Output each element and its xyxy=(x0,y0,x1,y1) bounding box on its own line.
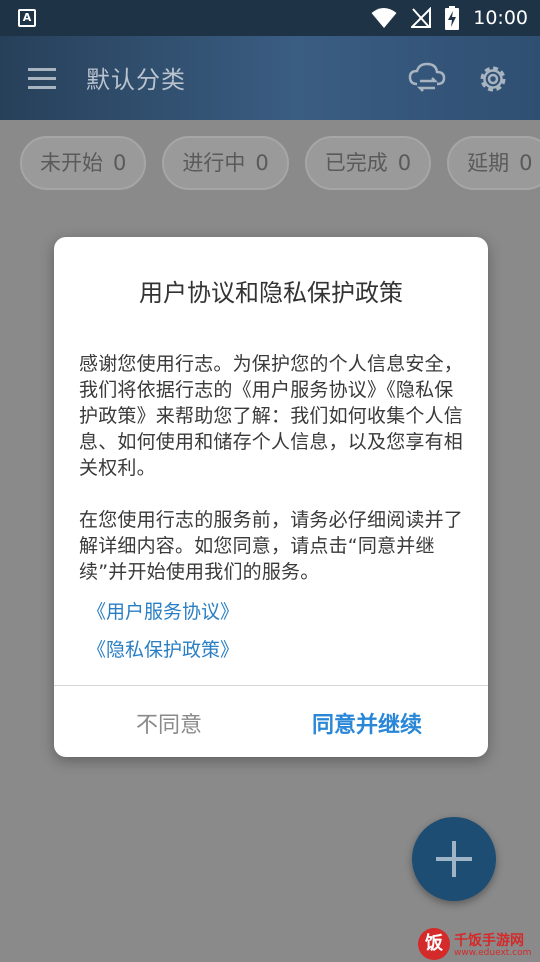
chip-not-started[interactable]: 未开始 0 xyxy=(20,136,147,190)
status-bar: A 10:00 xyxy=(0,0,540,36)
dialog-paragraph: 感谢您使用行志。为保护您的个人信息安全，我们将依据行志的《用户服务协议》《隐私保… xyxy=(79,353,464,479)
cloud-sync-icon[interactable] xyxy=(408,62,446,94)
status-time: 10:00 xyxy=(473,7,528,29)
watermark-url: www.eduext.com xyxy=(454,948,532,958)
watermark: 饭 千饭手游网 www.eduext.com xyxy=(418,926,540,962)
battery-charging-icon xyxy=(445,6,460,30)
chip-label: 已完成 xyxy=(324,151,388,175)
chip-delayed[interactable]: 延期 0 xyxy=(447,136,540,190)
gear-icon[interactable] xyxy=(476,62,510,96)
terms-of-service-link[interactable]: 《用户服务协议》 xyxy=(87,597,239,624)
no-signal-icon xyxy=(411,7,432,28)
watermark-logo: 饭 xyxy=(418,928,450,960)
chip-in-progress[interactable]: 进行中 0 xyxy=(162,136,289,190)
chip-count: 0 xyxy=(519,151,533,175)
page-title: 默认分类 xyxy=(86,66,186,94)
chip-completed[interactable]: 已完成 0 xyxy=(304,136,432,190)
chip-label: 未开始 xyxy=(40,151,103,175)
status-filter-chips: 未开始 0 进行中 0 已完成 0 延期 0 xyxy=(20,136,540,190)
watermark-name: 千饭手游网 xyxy=(454,933,524,949)
chip-count: 0 xyxy=(113,151,127,175)
chip-count: 0 xyxy=(397,151,412,175)
disagree-button[interactable]: 不同意 xyxy=(136,707,202,739)
chip-label: 进行中 xyxy=(182,151,246,175)
plus-icon xyxy=(436,841,472,877)
chip-count: 0 xyxy=(255,151,269,175)
privacy-policy-link[interactable]: 《隐私保护政策》 xyxy=(87,635,239,662)
accessibility-a-icon: A xyxy=(18,9,36,27)
privacy-dialog: 用户协议和隐私保护政策 感谢您使用行志。为保护您的个人信息安全，我们将依据行志的… xyxy=(54,237,488,757)
menu-icon[interactable] xyxy=(26,66,58,90)
dialog-divider xyxy=(54,685,488,686)
app-bar: 默认分类 xyxy=(0,36,540,120)
dialog-title: 用户协议和隐私保护政策 xyxy=(139,279,403,307)
chip-label: 延期 xyxy=(467,151,510,175)
wifi-icon xyxy=(371,8,397,28)
status-bar-right: 10:00 xyxy=(371,0,528,36)
add-task-button[interactable] xyxy=(412,817,496,901)
agree-continue-button[interactable]: 同意并继续 xyxy=(312,707,422,739)
dialog-paragraph: 在您使用行志的服务前，请务必仔细阅读并了解详细内容。如您同意，请点击“同意并继续… xyxy=(79,509,464,583)
dialog-body: 感谢您使用行志。为保护您的个人信息安全，我们将依据行志的《用户服务协议》《隐私保… xyxy=(79,351,465,611)
